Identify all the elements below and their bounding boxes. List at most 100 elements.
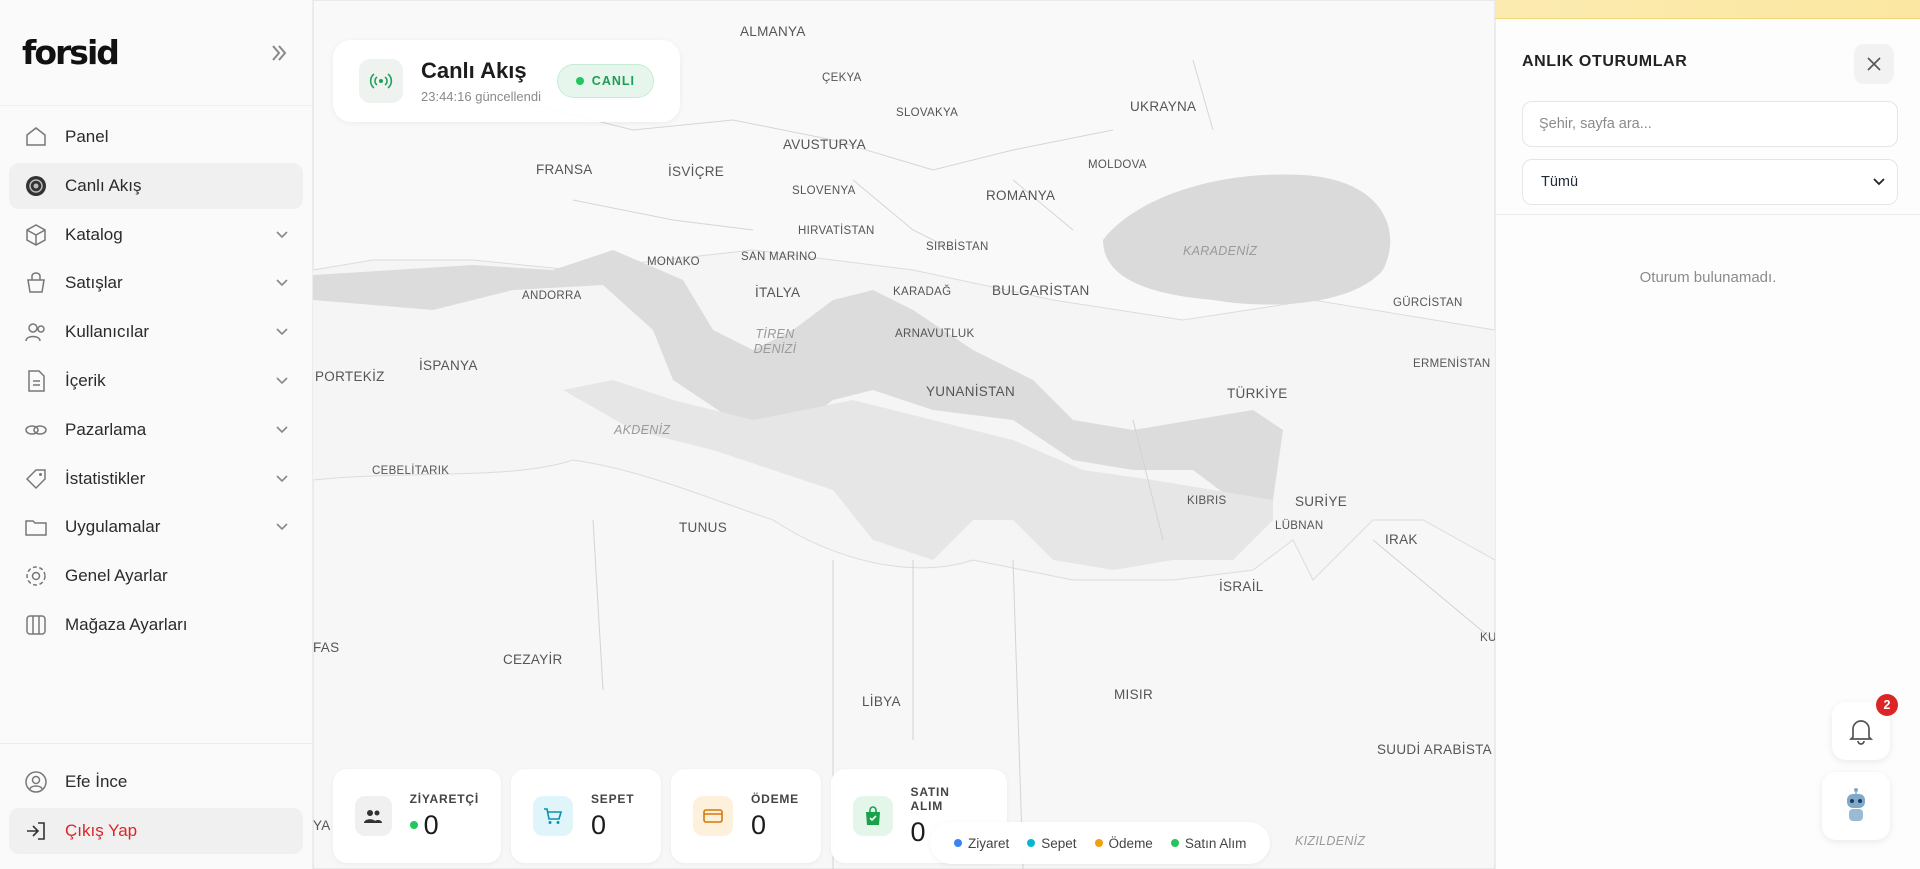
map-label: MOLDOVA xyxy=(1088,159,1147,171)
map-label: AVUSTURYA xyxy=(783,137,866,152)
main-nav: Panel Canlı Akış Katalog Satışlar Kullan… xyxy=(0,106,312,743)
map-label: İSVİÇRE xyxy=(668,164,725,179)
page-title: Canlı Akış xyxy=(421,58,527,83)
map-label: İSRAİL xyxy=(1219,579,1264,594)
logout-label: Çıkış Yap xyxy=(65,821,138,841)
logout-button[interactable]: Çıkış Yap xyxy=(9,808,303,855)
sidebar-footer: Efe İnce Çıkış Yap xyxy=(0,743,312,869)
map-label: CEBELİTARIK xyxy=(372,465,450,477)
nav-item-users[interactable]: Kullanıcılar xyxy=(9,309,303,355)
empty-state-message: Oturum bulunamadı. xyxy=(1639,269,1777,286)
close-panel-button[interactable] xyxy=(1854,44,1894,84)
nav-label: Katalog xyxy=(65,224,123,244)
map-label: UKRAYNA xyxy=(1130,99,1197,114)
gear-icon xyxy=(23,563,49,589)
map-label: ANDORRA xyxy=(522,290,582,302)
map-label: ALMANYA xyxy=(740,24,806,39)
map-label: LİBYA xyxy=(862,694,901,709)
nav-label: Mağaza Ayarları xyxy=(65,614,188,634)
chevron-down-icon xyxy=(275,423,289,437)
broadcast-icon xyxy=(359,59,403,103)
live-badge-label: CANLI xyxy=(591,74,635,88)
sea-label: TİREN DENİZİ xyxy=(753,327,797,356)
notification-count-badge: 2 xyxy=(1876,694,1898,716)
sea-label: KARADENİZ xyxy=(1183,244,1258,258)
chevron-down-icon xyxy=(275,472,289,486)
session-filter-select[interactable]: Tümü xyxy=(1522,159,1898,205)
nav-item-sales[interactable]: Satışlar xyxy=(9,260,303,306)
map-label: ÇEKYA xyxy=(822,72,862,84)
filter-selected-value: Tümü xyxy=(1541,174,1579,190)
chevron-down-icon xyxy=(275,374,289,388)
nav-label: Genel Ayarlar xyxy=(65,566,168,586)
online-dot xyxy=(409,821,418,829)
map-label: ARNAVUTLUK xyxy=(895,328,975,340)
nav-item-catalog[interactable]: Katalog xyxy=(9,212,303,258)
stat-value: 0 xyxy=(750,809,767,840)
stat-value: 0 xyxy=(423,809,439,840)
map-label: SLOVAKYA xyxy=(896,107,959,119)
document-icon xyxy=(23,368,49,394)
assistant-bot-button[interactable] xyxy=(1822,772,1890,840)
nav-item-live-feed[interactable]: Canlı Akış xyxy=(9,162,303,209)
chevron-down-icon xyxy=(275,520,289,534)
store-icon xyxy=(23,612,49,638)
home-icon xyxy=(23,124,49,150)
logo[interactable]: forsid xyxy=(22,33,120,72)
map-label: PORTEKİZ xyxy=(315,369,385,384)
sea-label: KIZILDENİZ xyxy=(1295,834,1366,848)
nav-item-panel[interactable]: Panel xyxy=(9,114,303,160)
nav-label: Panel xyxy=(65,127,109,146)
stat-label: SEPET xyxy=(591,791,635,806)
map-label: SIRBİSTAN xyxy=(926,241,989,253)
map-label: BULGARİSTAN xyxy=(992,283,1090,298)
map-label: TÜRKİYE xyxy=(1227,386,1288,401)
map-legend: Ziyaret Sepet Ödeme Satın Alım xyxy=(930,822,1271,864)
chevron-down-icon xyxy=(275,325,289,339)
map-label: MISIR xyxy=(1114,687,1154,702)
nav-item-content[interactable]: İçerik xyxy=(9,358,303,404)
chevron-down-icon xyxy=(1873,178,1885,186)
nav-item-store-settings[interactable]: Mağaza Ayarları xyxy=(9,602,303,648)
user-circle-icon xyxy=(23,769,49,795)
map-label: YA xyxy=(313,818,331,833)
users-icon xyxy=(23,319,49,345)
chevron-down-icon xyxy=(275,228,289,242)
credit-card-icon xyxy=(693,796,733,836)
collapse-sidebar-button[interactable] xyxy=(268,42,290,64)
box-icon xyxy=(23,222,49,248)
map-label: IRAK xyxy=(1385,532,1418,547)
map-label: KARADAĞ xyxy=(893,286,952,298)
map-label: ROMANYA xyxy=(986,188,1056,203)
logout-icon xyxy=(23,818,49,844)
map-label: FAS xyxy=(313,640,340,655)
nav-item-marketing[interactable]: Pazarlama xyxy=(9,407,303,453)
stat-value: 0 xyxy=(591,809,607,840)
nav-item-apps[interactable]: Uygulamalar xyxy=(9,504,303,550)
sea-label: AKDENİZ xyxy=(614,423,671,437)
chevron-down-icon xyxy=(275,276,289,290)
map-label: KU xyxy=(1480,632,1495,644)
notifications-button[interactable]: 2 xyxy=(1832,694,1898,760)
payment-stat-card: ÖDEME 0 xyxy=(671,769,821,863)
nav-item-general-settings[interactable]: Genel Ayarlar xyxy=(9,553,303,599)
world-map[interactable]: ALMANYA ÇEKYA UKRAYNA SLOVAKYA AVUSTURYA… xyxy=(313,0,1495,869)
nav-label: Kullanıcılar xyxy=(65,322,150,342)
session-search-input[interactable] xyxy=(1522,101,1898,147)
map-label: MONAKO xyxy=(647,256,700,268)
user-profile[interactable]: Efe İnce xyxy=(9,759,303,805)
bell-icon xyxy=(1848,720,1874,745)
nav-item-statistics[interactable]: İstatistikler xyxy=(9,456,303,502)
legend-item-purchase: Satın Alım xyxy=(1170,836,1246,851)
map-label: CEZAYİR xyxy=(503,652,563,667)
stat-label: ÖDEME xyxy=(750,791,799,806)
live-feed-header: Canlı Akış 23:44:16 güncellendi CANLI xyxy=(333,40,680,122)
map-label: SURİYE xyxy=(1295,494,1348,509)
tag-icon xyxy=(23,466,49,492)
user-name: Efe İnce xyxy=(65,772,128,792)
double-chevron-right-icon xyxy=(272,44,287,61)
nav-label: Canlı Akış xyxy=(65,175,142,195)
cart-stat-card: SEPET 0 xyxy=(511,769,661,863)
stat-value: 0 xyxy=(910,816,926,847)
visitor-stat-card: ZİYARETÇİ 0 xyxy=(333,769,501,863)
